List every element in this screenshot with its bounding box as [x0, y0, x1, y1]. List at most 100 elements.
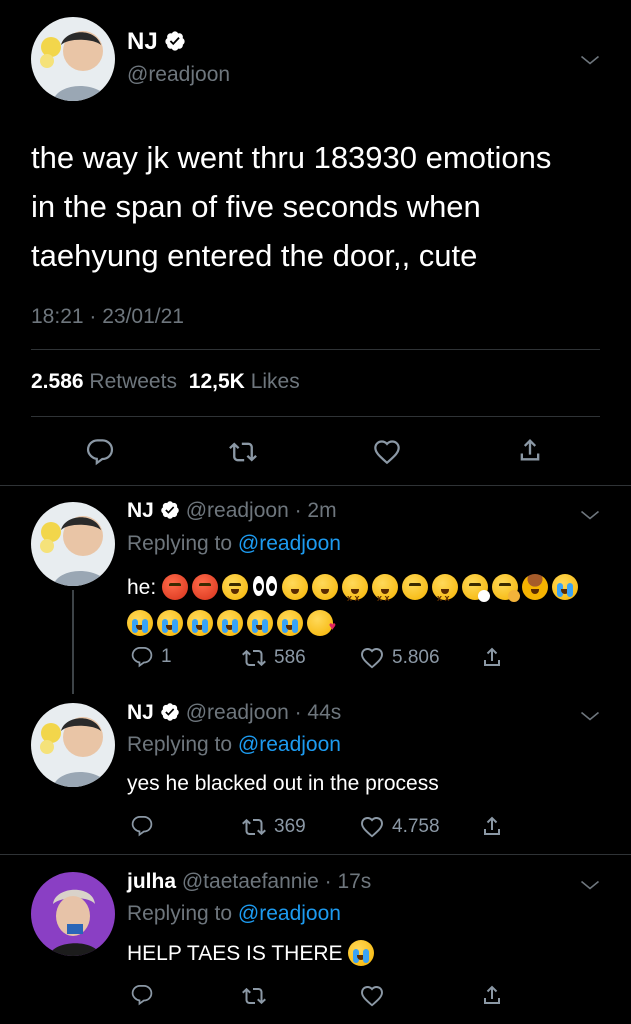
timestamp[interactable]: · 2m: [295, 499, 337, 522]
replying-prefix: Replying to: [127, 733, 233, 756]
share-icon[interactable]: [480, 645, 504, 669]
retweet-count: 369: [274, 816, 306, 837]
retweet-action[interactable]: [242, 984, 274, 1008]
divider: [31, 416, 600, 417]
sleepy-face-emoji: [402, 574, 429, 600]
divider: [31, 349, 600, 350]
sneezing-face-emoji: [462, 574, 491, 602]
retweet-action[interactable]: 586: [242, 646, 306, 670]
hand-over-mouth-emoji: [492, 574, 521, 602]
dizzy-face-emoji: x x: [372, 574, 399, 603]
retweets-label[interactable]: Retweets: [89, 370, 177, 393]
avatar[interactable]: [31, 502, 115, 586]
verified-icon: [160, 702, 180, 722]
avatar[interactable]: [31, 872, 115, 956]
handle[interactable]: @readjoon: [186, 499, 289, 522]
smiling-face-with-hearts-emoji: [307, 608, 336, 644]
share-icon[interactable]: [516, 436, 544, 464]
reply-text: HELP TAES IS THERE: [127, 940, 378, 966]
handle[interactable]: @taetaefannie: [182, 870, 319, 893]
dizzy-face-emoji: x x: [342, 574, 369, 603]
chevron-down-icon[interactable]: [578, 503, 602, 527]
replying-prefix: Replying to: [127, 532, 233, 555]
likes-label[interactable]: Likes: [251, 370, 300, 393]
reply-header: NJ @readjoon · 44s: [127, 701, 341, 725]
reply-icon[interactable]: [131, 815, 153, 837]
timestamp[interactable]: · 44s: [295, 701, 342, 724]
chevron-down-icon[interactable]: [578, 48, 602, 72]
like-icon[interactable]: [373, 438, 401, 466]
mention-link[interactable]: @readjoon: [238, 532, 341, 555]
reply-icon[interactable]: [131, 984, 153, 1006]
likes-count: 12,5K: [188, 370, 245, 393]
angry-face-emoji: [162, 574, 189, 600]
replying-to: Replying to @readjoon: [127, 902, 341, 926]
verified-icon: [164, 30, 186, 52]
reply-icon[interactable]: [86, 438, 114, 466]
crying-face-emoji: [552, 574, 579, 600]
crying-face-emoji: [127, 610, 153, 636]
mention-link[interactable]: @readjoon: [238, 902, 341, 925]
like-action[interactable]: 5.806: [360, 646, 440, 670]
retweet-icon[interactable]: [242, 646, 266, 670]
replying-prefix: Replying to: [127, 902, 233, 925]
like-icon[interactable]: [360, 815, 384, 839]
dizzy-face-emoji: x x: [432, 574, 459, 603]
reply-text: yes he blacked out in the process: [127, 772, 439, 795]
reply-header: julha @taetaefannie · 17s: [127, 870, 371, 894]
reply-text-content: HELP TAES IS THERE: [127, 942, 343, 965]
display-name[interactable]: NJ: [127, 701, 154, 724]
tweet-text-line: taehyung entered the door,, cute: [31, 238, 478, 273]
replying-to: Replying to @readjoon: [127, 733, 341, 757]
like-icon[interactable]: [360, 646, 384, 670]
share-icon[interactable]: [480, 983, 504, 1007]
retweet-count: 586: [274, 647, 306, 668]
reply-action[interactable]: [131, 984, 161, 1006]
chevron-down-icon[interactable]: [578, 704, 602, 728]
handle[interactable]: @readjoon: [127, 63, 230, 87]
reply-header: NJ @readjoon · 2m: [127, 499, 337, 523]
like-action[interactable]: 4.758: [360, 815, 440, 839]
reply-count: 1: [161, 646, 172, 667]
crying-face-emoji: [187, 610, 213, 636]
retweet-icon[interactable]: [229, 438, 257, 466]
verified-icon: [160, 500, 180, 520]
handle[interactable]: @readjoon: [186, 701, 289, 724]
avatar[interactable]: [31, 17, 115, 101]
reply-text-content: he:: [127, 576, 157, 599]
crying-face-emoji: [157, 610, 183, 636]
hushed-face-emoji: [282, 574, 309, 600]
avatar[interactable]: [31, 703, 115, 787]
raised-eyebrow-emoji: [222, 574, 249, 600]
crying-face-emoji: [348, 940, 375, 966]
display-name[interactable]: julha: [127, 870, 176, 893]
reply-icon[interactable]: [131, 646, 153, 668]
tweet-text: the way jk went thru 183930 emotions in …: [31, 133, 551, 280]
display-name[interactable]: NJ: [127, 499, 154, 522]
chevron-down-icon[interactable]: [578, 873, 602, 897]
tweet-text-line: the way jk went thru 183930 emotions: [31, 140, 552, 175]
like-icon[interactable]: [360, 984, 384, 1008]
like-count: 5.806: [392, 647, 440, 668]
exploding-head-emoji: [522, 574, 549, 600]
eyes-emoji: [252, 574, 278, 600]
retweet-action[interactable]: 369: [242, 815, 306, 839]
divider: [0, 854, 631, 855]
like-action[interactable]: [360, 984, 392, 1008]
share-icon[interactable]: [480, 814, 504, 838]
reply-text: he: x xx xx x: [127, 570, 607, 644]
retweet-icon[interactable]: [242, 815, 266, 839]
retweet-icon[interactable]: [242, 984, 266, 1008]
crying-face-emoji: [277, 610, 303, 636]
timestamp[interactable]: 18:21 · 23/01/21: [31, 305, 184, 329]
mention-link[interactable]: @readjoon: [238, 733, 341, 756]
reply-action[interactable]: [131, 815, 161, 837]
divider: [0, 485, 631, 486]
timestamp[interactable]: · 17s: [325, 870, 372, 893]
like-count: 4.758: [392, 816, 440, 837]
display-name[interactable]: NJ: [127, 28, 186, 56]
retweets-count: 2.586: [31, 370, 84, 393]
reply-action[interactable]: 1: [131, 646, 172, 668]
crying-face-emoji: [247, 610, 273, 636]
engagement-stats: 2.586 Retweets 12,5K Likes: [31, 370, 300, 394]
